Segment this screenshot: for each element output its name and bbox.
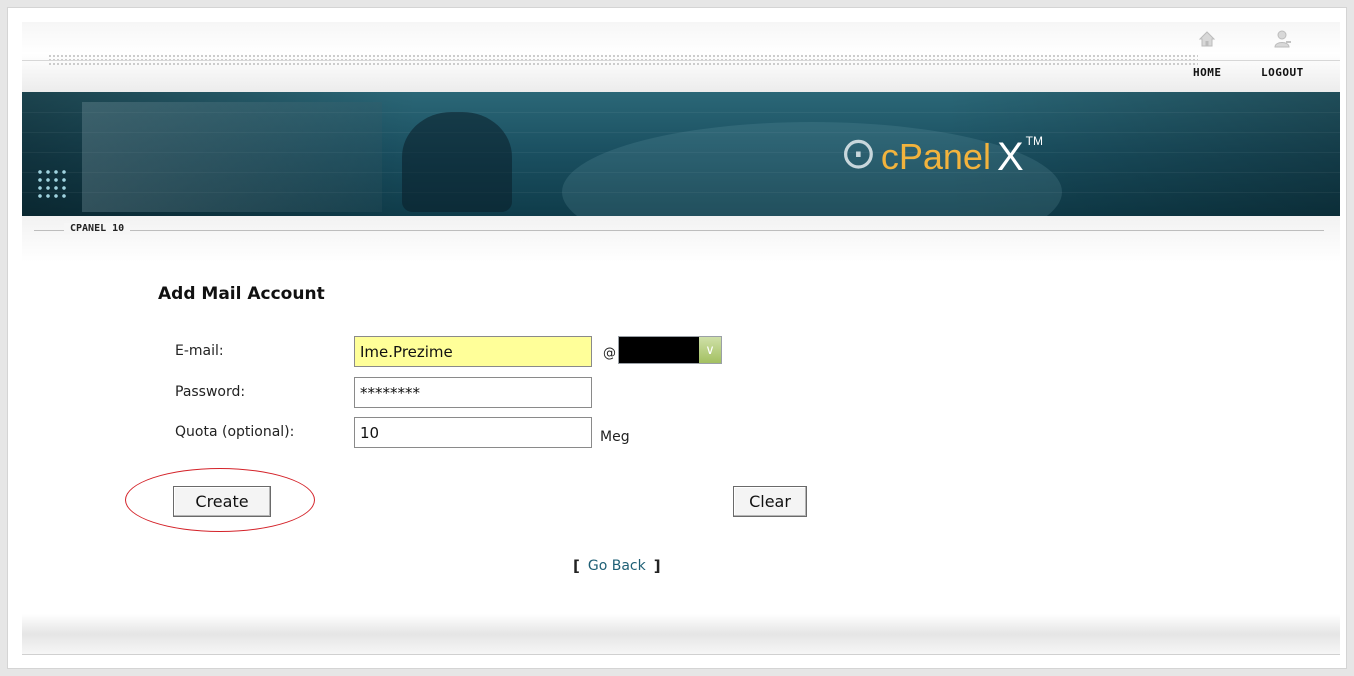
clear-button[interactable]: Clear bbox=[733, 486, 807, 517]
footer-bar bbox=[22, 614, 1340, 654]
breadcrumb: CPANEL 10 bbox=[64, 223, 131, 234]
top-bar bbox=[22, 22, 1340, 92]
quota-unit: Meg bbox=[600, 429, 630, 445]
cpanel-logo: ⊙ cPanel X TM bbox=[840, 132, 1043, 182]
home-icon bbox=[1199, 31, 1216, 47]
breadcrumb-bar bbox=[22, 216, 1340, 262]
header-banner: ⊙ cPanel X TM bbox=[22, 92, 1340, 216]
cpanel-logo-icon: ⊙ bbox=[840, 128, 877, 179]
nav-home-label: HOME bbox=[1193, 66, 1222, 79]
email-label: E-mail: bbox=[175, 343, 224, 359]
domain-select[interactable]: ∨ bbox=[618, 336, 722, 364]
nav-logout-label: LOGOUT bbox=[1261, 66, 1304, 79]
email-field[interactable] bbox=[354, 336, 592, 367]
chevron-down-icon[interactable]: ∨ bbox=[699, 337, 721, 363]
banner-dots bbox=[36, 168, 70, 202]
at-sign: @ bbox=[603, 346, 616, 361]
go-back-nav: [ Go Back ] bbox=[573, 557, 661, 575]
password-field[interactable] bbox=[354, 377, 592, 408]
go-back-link[interactable]: Go Back bbox=[588, 558, 646, 574]
nav-home-link[interactable]: HOME bbox=[1193, 28, 1222, 79]
logout-icon bbox=[1274, 30, 1292, 48]
nav-logout-link[interactable]: LOGOUT bbox=[1261, 28, 1304, 79]
quota-label: Quota (optional): bbox=[175, 424, 295, 440]
password-label: Password: bbox=[175, 384, 246, 400]
footer-divider bbox=[22, 654, 1340, 655]
top-bar-divider bbox=[22, 60, 1340, 61]
quota-field[interactable] bbox=[354, 417, 592, 448]
banner-graphic bbox=[402, 112, 512, 212]
breadcrumb-divider bbox=[34, 230, 1324, 231]
cpanel-logo-x: X bbox=[996, 135, 1024, 179]
cpanel-logo-tm: TM bbox=[1025, 134, 1043, 148]
bracket-close: ] bbox=[653, 557, 661, 575]
cpanel-logo-text: cPanel bbox=[880, 136, 991, 177]
bracket-open: [ bbox=[573, 557, 580, 575]
banner-graphic bbox=[82, 102, 382, 212]
create-button[interactable]: Create bbox=[173, 486, 271, 517]
page-title: Add Mail Account bbox=[158, 284, 325, 304]
